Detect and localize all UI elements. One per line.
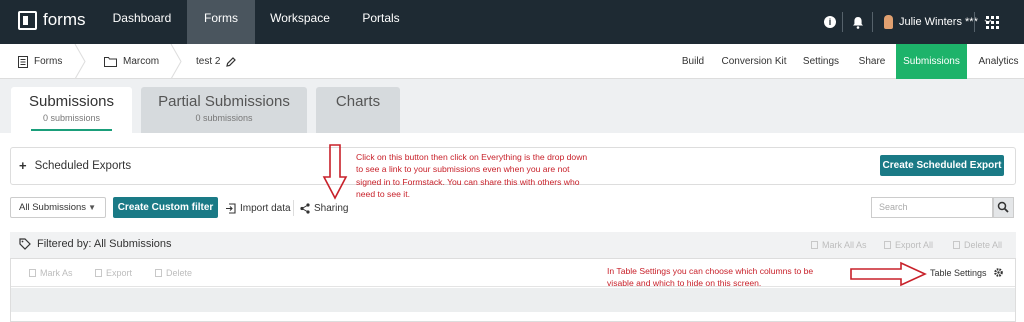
user-menu[interactable]: Julie Winters ***	[884, 0, 992, 44]
delete-all-button[interactable]: Delete All	[953, 240, 1002, 250]
action-label: Delete	[166, 268, 193, 278]
breadcrumb-separator	[170, 44, 182, 79]
gear-icon	[993, 268, 1003, 277]
right-arrow-annotation	[850, 261, 927, 287]
search-button[interactable]	[993, 197, 1014, 218]
pencil-icon[interactable]	[226, 56, 237, 67]
delete-button[interactable]: Delete	[155, 268, 192, 278]
tab-submissions[interactable]: Submissions	[896, 44, 967, 79]
search-input[interactable]: Search	[871, 197, 993, 218]
nav-workspace[interactable]: Workspace	[266, 0, 334, 44]
breadcrumb-forms[interactable]: Forms	[18, 44, 62, 79]
import-icon	[226, 202, 236, 214]
info-icon[interactable]: i	[824, 16, 836, 28]
annotation-line: signed in to Formstack. You can share th…	[356, 176, 580, 187]
down-arrow-annotation	[322, 144, 348, 200]
breadcrumb-label: test 2	[196, 56, 221, 67]
bell-icon[interactable]	[852, 16, 864, 29]
annotation-line: need to see it.	[356, 188, 410, 199]
filter-title: Filtered by: All Submissions	[19, 238, 172, 250]
annotation-line: to see a link to your submissions even w…	[356, 164, 570, 175]
action-label: Delete All	[964, 240, 1003, 250]
table-settings-label: Table Settings	[930, 267, 987, 278]
folder-icon	[104, 57, 117, 67]
tab-settings[interactable]: Settings	[798, 44, 844, 79]
export-all-button[interactable]: Export All	[884, 240, 933, 250]
submissions-filter-dropdown[interactable]: All Submissions ▼	[10, 197, 106, 218]
tab-count: 0 submissions	[42, 113, 101, 123]
checkbox-icon	[811, 241, 818, 249]
user-name: Julie Winters ***	[899, 16, 978, 28]
nav-portals[interactable]: Portals	[347, 0, 415, 44]
divider	[842, 12, 843, 32]
action-label: Export All	[895, 240, 934, 250]
tab-submissions-view[interactable]: Submissions 0 submissions	[11, 87, 132, 133]
breadcrumb-marcom[interactable]: Marcom	[104, 44, 159, 79]
tab-label: Partial Submissions	[158, 93, 290, 110]
annotation-line: In Table Settings you can choose which c…	[607, 266, 814, 276]
trash-icon	[953, 241, 960, 249]
annotation-line: Click on this button then click on Every…	[356, 152, 588, 162]
create-custom-filter-button[interactable]: Create Custom filter	[113, 197, 218, 218]
scheduled-exports-label: Scheduled Exports	[34, 159, 132, 172]
sharing-label: Sharing	[314, 202, 349, 214]
logo-icon	[18, 10, 37, 30]
create-scheduled-export-button[interactable]: Create Scheduled Export	[880, 155, 1004, 176]
breadcrumb-label: Marcom	[123, 56, 160, 67]
tab-label: Charts	[335, 93, 381, 110]
tab-charts[interactable]: Charts	[316, 87, 400, 133]
tab-share[interactable]: Share	[852, 44, 892, 79]
document-icon	[18, 55, 28, 68]
nav-forms[interactable]: Forms	[187, 0, 255, 44]
mark-all-as-button[interactable]: Mark All As	[811, 240, 867, 250]
top-navigation: forms Dashboard Forms Workspace Portals …	[0, 0, 1024, 44]
breadcrumb-label: Forms	[34, 56, 63, 67]
divider	[872, 12, 873, 32]
caret-down-icon: ▼	[88, 203, 96, 212]
dropdown-value: All Submissions	[19, 202, 87, 213]
formstack-logo[interactable]: forms	[18, 10, 86, 30]
import-label: Import data	[240, 202, 291, 214]
divider	[293, 200, 294, 216]
breadcrumb-separator	[74, 44, 86, 79]
divider	[974, 12, 975, 32]
filter-title-text: Filtered by: All Submissions	[37, 238, 172, 250]
tab-conversion-kit[interactable]: Conversion Kit	[718, 44, 790, 79]
tab-label: Submissions	[28, 93, 115, 110]
tag-icon	[19, 238, 31, 250]
sharing-annotation: Click on this button then click on Every…	[356, 151, 587, 200]
active-tab-underline	[31, 129, 112, 131]
sharing-button[interactable]: Sharing	[300, 197, 348, 219]
tab-partial-submissions[interactable]: Partial Submissions 0 submissions	[141, 87, 307, 133]
export-button[interactable]: Export	[95, 268, 132, 278]
action-label: Mark All As	[822, 240, 867, 250]
export-icon	[884, 241, 891, 249]
logo-text: forms	[43, 10, 86, 29]
checkbox-icon	[29, 269, 36, 277]
export-icon	[95, 269, 102, 277]
table-header-row	[11, 288, 1015, 312]
plus-icon: +	[19, 158, 27, 173]
action-label: Export	[106, 268, 133, 278]
tab-analytics[interactable]: Analytics	[973, 44, 1024, 79]
action-label: Mark As	[40, 268, 73, 278]
tab-count: 0 submissions	[195, 113, 253, 123]
table-settings-button[interactable]: Table Settings	[930, 267, 1004, 278]
trash-icon	[155, 269, 162, 277]
mark-as-button[interactable]: Mark As	[29, 268, 73, 278]
table-settings-annotation: In Table Settings you can choose which c…	[607, 265, 813, 290]
tab-build[interactable]: Build	[674, 44, 712, 79]
share-icon	[300, 202, 310, 214]
avatar	[884, 15, 893, 29]
search-icon	[997, 201, 1009, 213]
import-data-button[interactable]: Import data	[225, 197, 291, 219]
apps-grid-icon[interactable]	[986, 15, 999, 29]
scheduled-exports-toggle[interactable]: + Scheduled Exports	[19, 158, 131, 173]
form-subnav: Forms Marcom test 2 Build Conversion Kit…	[0, 44, 1024, 79]
breadcrumb-form-name[interactable]: test 2	[196, 44, 237, 79]
nav-dashboard[interactable]: Dashboard	[108, 0, 176, 44]
